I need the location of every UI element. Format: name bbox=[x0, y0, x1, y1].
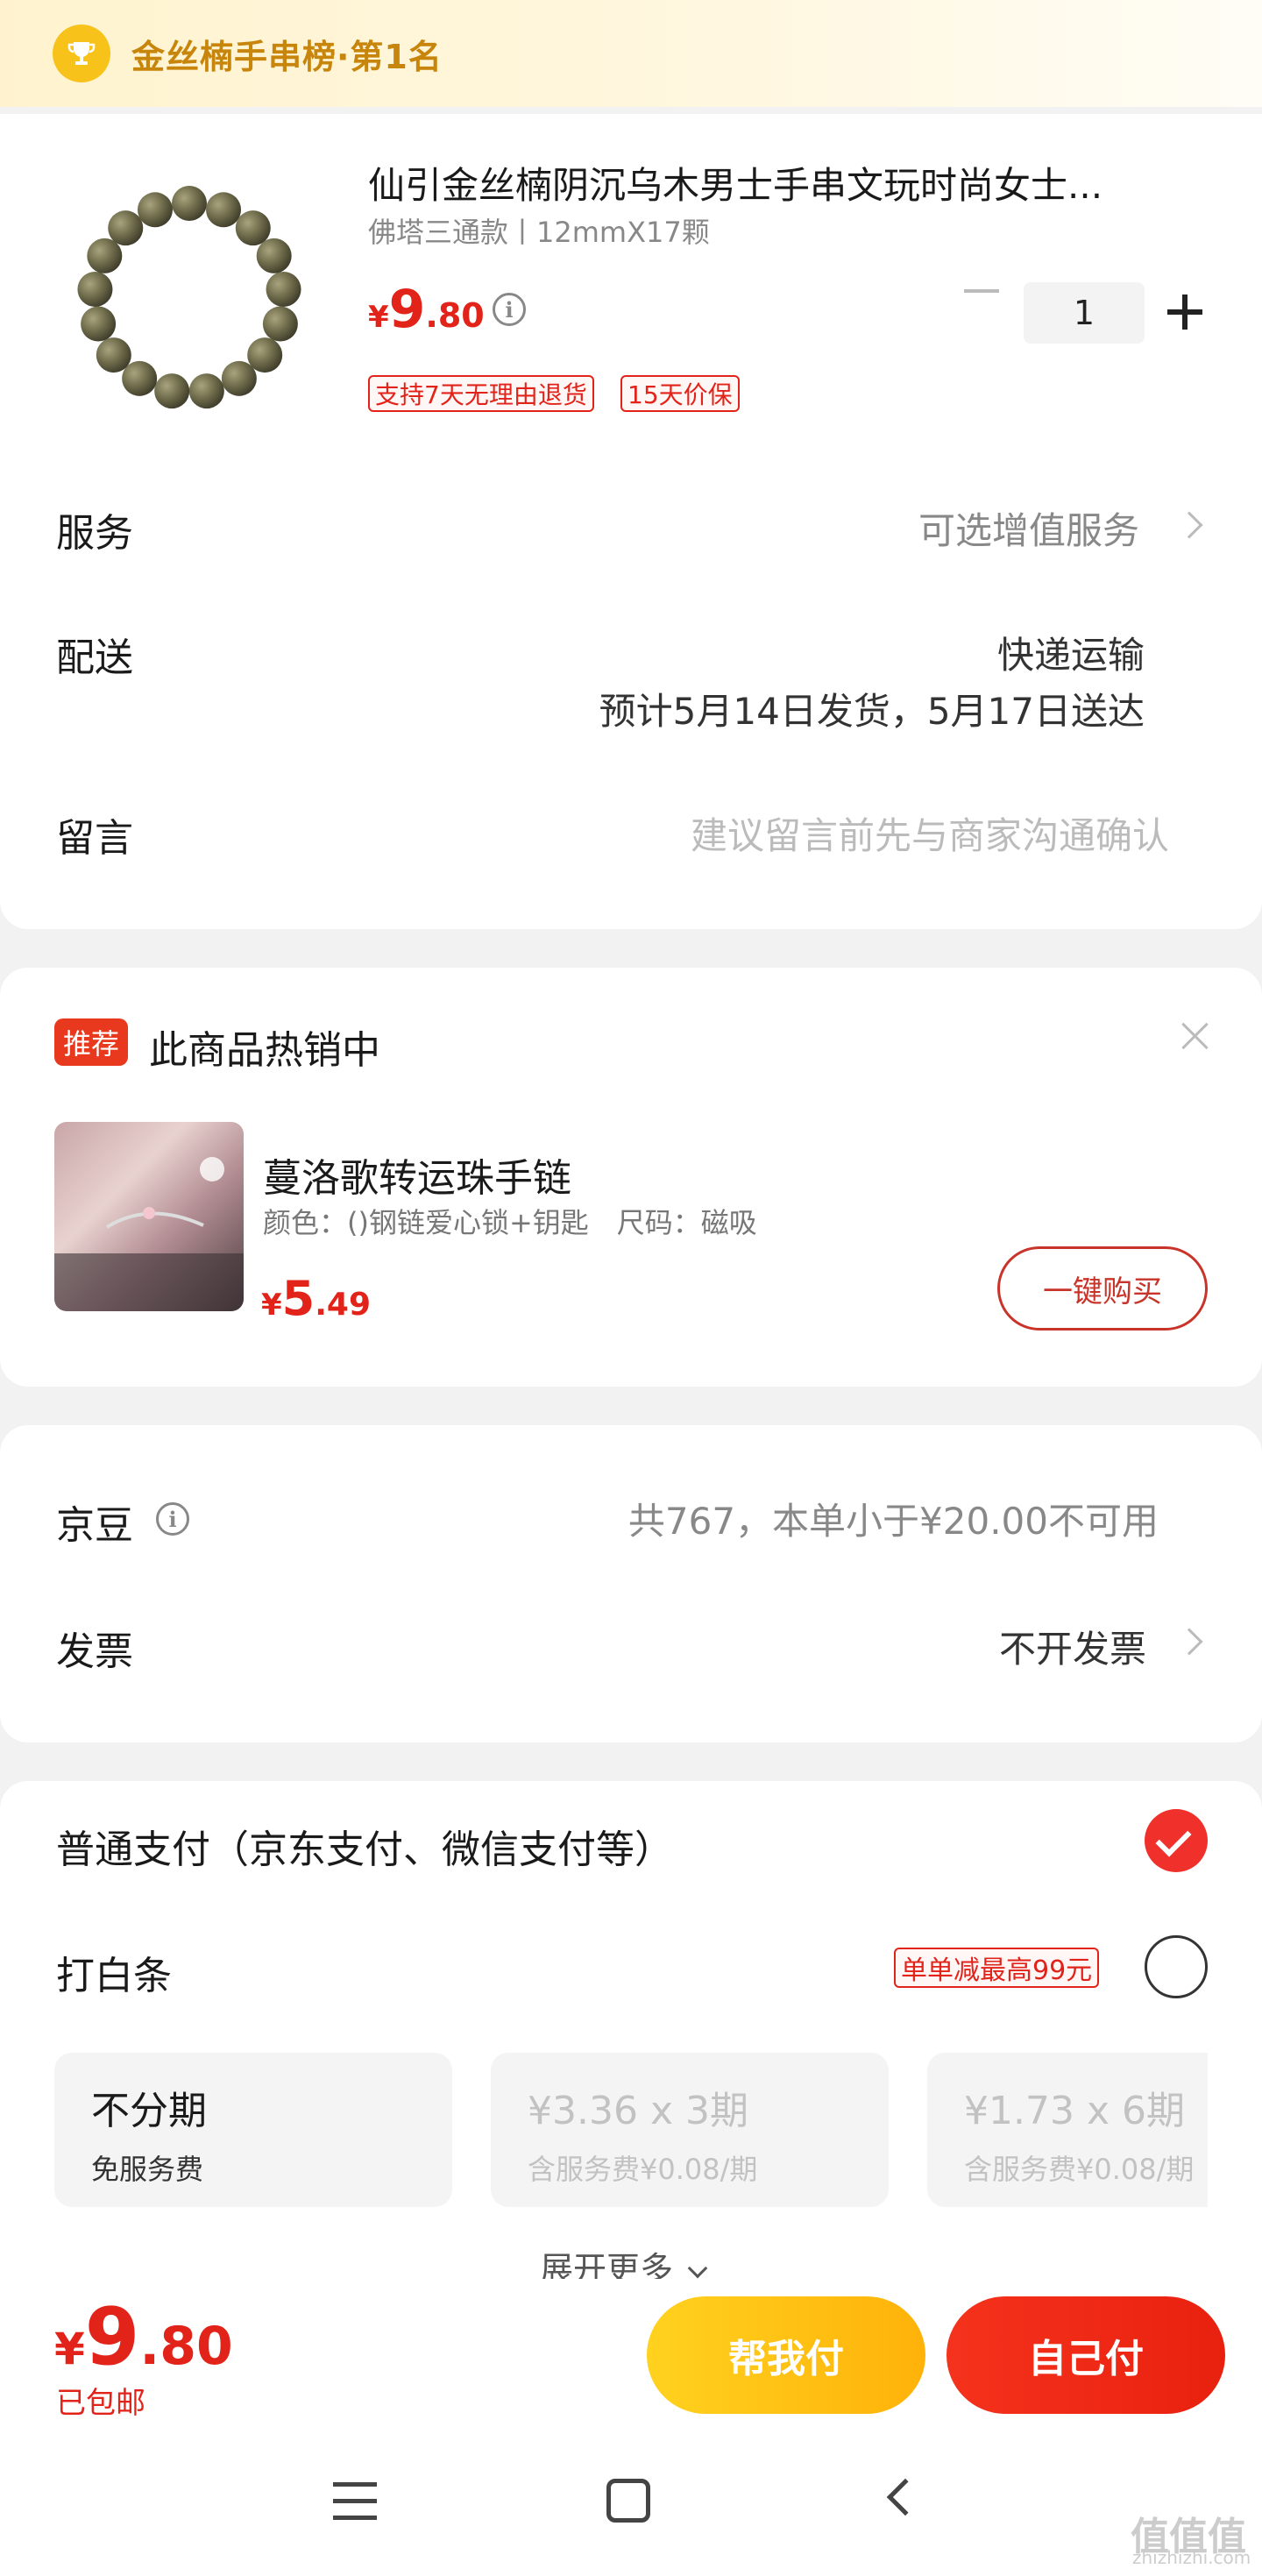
bead bbox=[81, 306, 117, 342]
bead bbox=[266, 272, 301, 308]
bead bbox=[172, 186, 207, 221]
delivery-estimate: 预计5月14日发货，5月17日送达 bbox=[599, 690, 1145, 733]
product-image[interactable] bbox=[67, 175, 312, 421]
bead bbox=[77, 272, 113, 308]
bead bbox=[262, 306, 298, 342]
plan-6-installments[interactable]: ¥1.73 x 6期 含服务费¥0.08/期 bbox=[927, 2053, 1208, 2207]
jingdou-info-icon[interactable]: i bbox=[156, 1502, 189, 1536]
recommend-product-price: ¥5.49 bbox=[261, 1271, 372, 1326]
bead bbox=[87, 238, 123, 273]
bead bbox=[108, 210, 144, 246]
bead bbox=[96, 337, 131, 373]
quantity-input[interactable]: 1 bbox=[1024, 282, 1145, 344]
service-value[interactable]: 可选增值服务 bbox=[918, 501, 1139, 555]
service-label: 服务 bbox=[56, 511, 133, 556]
shipping-free-label: 已包邮 bbox=[56, 2386, 145, 2421]
invoice-label: 发票 bbox=[56, 1629, 133, 1674]
message-label: 留言 bbox=[56, 816, 133, 861]
bead bbox=[235, 210, 271, 246]
help-me-pay-button[interactable]: 帮我付 bbox=[647, 2296, 925, 2414]
recommend-product-name[interactable]: 蔓洛歌转运珠手链 bbox=[263, 1146, 571, 1203]
normal-pay-label[interactable]: 普通支付（京东支付、微信支付等） bbox=[56, 1818, 673, 1874]
total-price: ¥9.80 bbox=[54, 2291, 233, 2383]
recommend-product-spec: 颜色：()钢链爱心锁+钥匙 尺码：磁吸 bbox=[263, 1206, 757, 1239]
message-input[interactable]: 建议留言前先与商家沟通确认 bbox=[691, 806, 1169, 860]
jingdou-value: 共767，本单小于¥20.00不可用 bbox=[627, 1500, 1159, 1543]
invoice-value[interactable]: 不开发票 bbox=[999, 1620, 1146, 1673]
bead bbox=[256, 238, 292, 273]
rank-banner[interactable]: 金丝楠手串榜·第1名 bbox=[0, 0, 1262, 107]
watermark-url: zhizhizhi.com bbox=[1132, 2547, 1251, 2568]
return-policy-tag: 支持7天无理由退货 bbox=[368, 375, 594, 412]
product-spec[interactable]: 佛塔三通款丨12mmX17颗 bbox=[368, 210, 710, 251]
price-protect-tag: 15天价保 bbox=[620, 375, 740, 412]
quantity-minus-button[interactable] bbox=[964, 289, 999, 293]
delivery-label: 配送 bbox=[56, 635, 133, 680]
baitiao-radio[interactable] bbox=[1145, 1935, 1208, 1998]
jingdou-invoice-card bbox=[0, 1425, 1262, 1742]
rank-text: 金丝楠手串榜·第1名 bbox=[131, 37, 443, 76]
product-price: ¥9.80 bbox=[368, 279, 485, 340]
delivery-method[interactable]: 快递运输 bbox=[997, 626, 1145, 679]
one-click-buy-button[interactable]: 一键购买 bbox=[997, 1246, 1208, 1331]
plan-no-installment[interactable]: 不分期 免服务费 bbox=[54, 2053, 452, 2207]
close-icon[interactable] bbox=[1180, 1020, 1211, 1052]
menu-icon[interactable] bbox=[333, 2482, 377, 2521]
self-pay-button[interactable]: 自己付 bbox=[946, 2296, 1225, 2414]
plan-3-installments[interactable]: ¥3.36 x 3期 含服务费¥0.08/期 bbox=[491, 2053, 889, 2207]
bead bbox=[154, 373, 190, 409]
baitiao-promo-tag: 单单减最高99元 bbox=[894, 1948, 1100, 1988]
recommend-product-image[interactable] bbox=[54, 1122, 244, 1311]
bead bbox=[206, 192, 242, 228]
quantity-plus-button[interactable] bbox=[1167, 295, 1202, 330]
bead bbox=[221, 360, 257, 396]
home-icon[interactable] bbox=[606, 2479, 650, 2523]
normal-pay-checked-icon[interactable] bbox=[1145, 1809, 1208, 1872]
bead bbox=[137, 192, 173, 228]
price-info-icon[interactable]: i bbox=[493, 293, 526, 326]
bead bbox=[188, 373, 224, 409]
recommend-title: 此商品热销中 bbox=[149, 1028, 380, 1073]
recommend-badge: 推荐 bbox=[54, 1018, 129, 1066]
product-title[interactable]: 仙引金丝楠阴沉乌木男士手串文玩时尚女士... bbox=[368, 156, 1102, 209]
chevron-down-icon bbox=[687, 2258, 708, 2279]
baitiao-label[interactable]: 打白条 bbox=[56, 1944, 172, 2000]
trophy-icon bbox=[53, 25, 110, 82]
jingdou-label: 京豆 bbox=[56, 1503, 133, 1548]
